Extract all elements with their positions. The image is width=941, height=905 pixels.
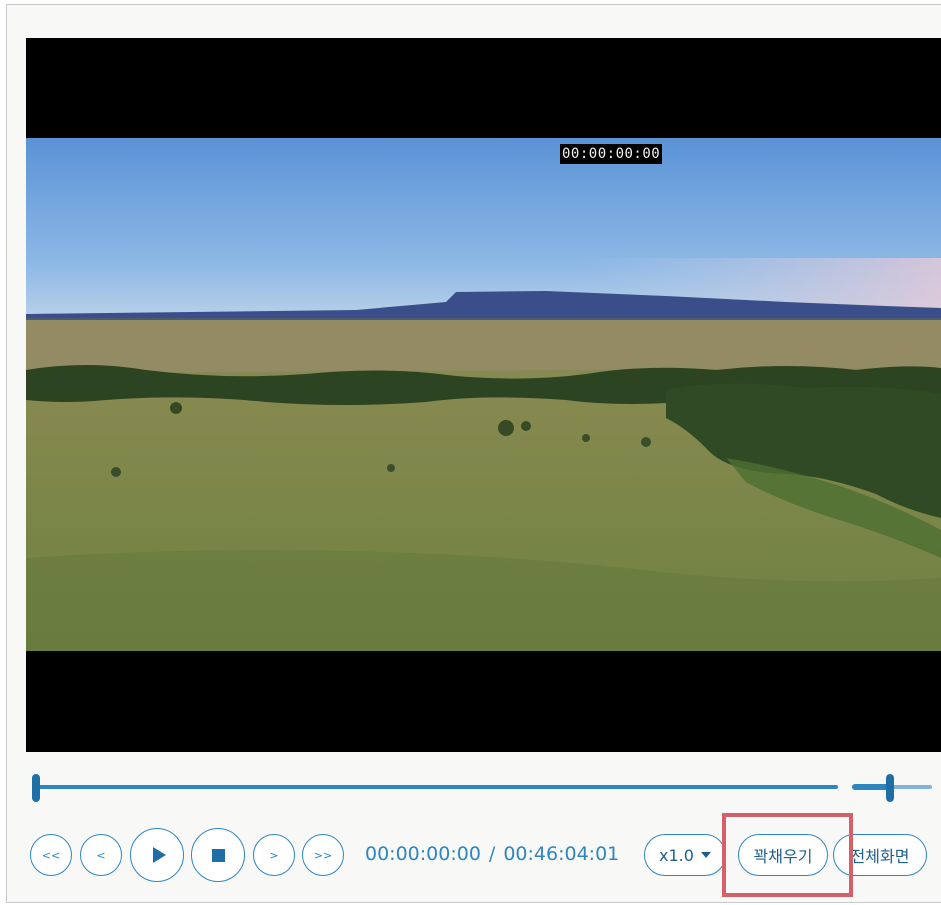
timecode-overlay: 00:00:00:00	[560, 144, 663, 164]
volume-fill	[852, 784, 890, 790]
time-separator: /	[488, 843, 496, 865]
step-back-label: <	[96, 848, 106, 862]
time-display: 00:00:00:00 / 00:46:04:01	[365, 843, 619, 865]
rewind-fast-label: <<	[41, 848, 61, 862]
video-viewport[interactable]: 00:00:00:00	[26, 38, 941, 752]
step-forward-label: >	[269, 848, 279, 862]
speed-select[interactable]: x1.0	[644, 834, 726, 876]
step-back-button[interactable]: <	[80, 834, 122, 876]
total-time: 00:46:04:01	[503, 843, 620, 865]
volume-thumb[interactable]	[886, 774, 894, 802]
stop-button[interactable]	[191, 828, 245, 882]
forward-fast-label: >>	[313, 848, 333, 862]
fullscreen-button[interactable]: 전체화면	[833, 834, 927, 876]
step-forward-button[interactable]: >	[253, 834, 295, 876]
aerial-savanna-image	[26, 138, 941, 651]
forward-fast-button[interactable]: >>	[302, 834, 344, 876]
fullscreen-label: 전체화면	[850, 847, 910, 866]
current-time: 00:00:00:00	[365, 843, 481, 865]
play-icon	[152, 847, 166, 863]
fill-screen-label: 꽉채우기	[753, 847, 813, 866]
fill-screen-button[interactable]: 꽉채우기	[738, 834, 828, 876]
video-frame	[26, 138, 941, 651]
seek-track[interactable]	[36, 785, 838, 789]
rewind-fast-button[interactable]: <<	[30, 834, 72, 876]
stop-icon	[211, 848, 225, 862]
seek-thumb[interactable]	[32, 774, 40, 802]
chevron-down-icon	[700, 852, 711, 858]
speed-label: x1.0	[659, 845, 694, 865]
play-button[interactable]	[130, 828, 184, 882]
